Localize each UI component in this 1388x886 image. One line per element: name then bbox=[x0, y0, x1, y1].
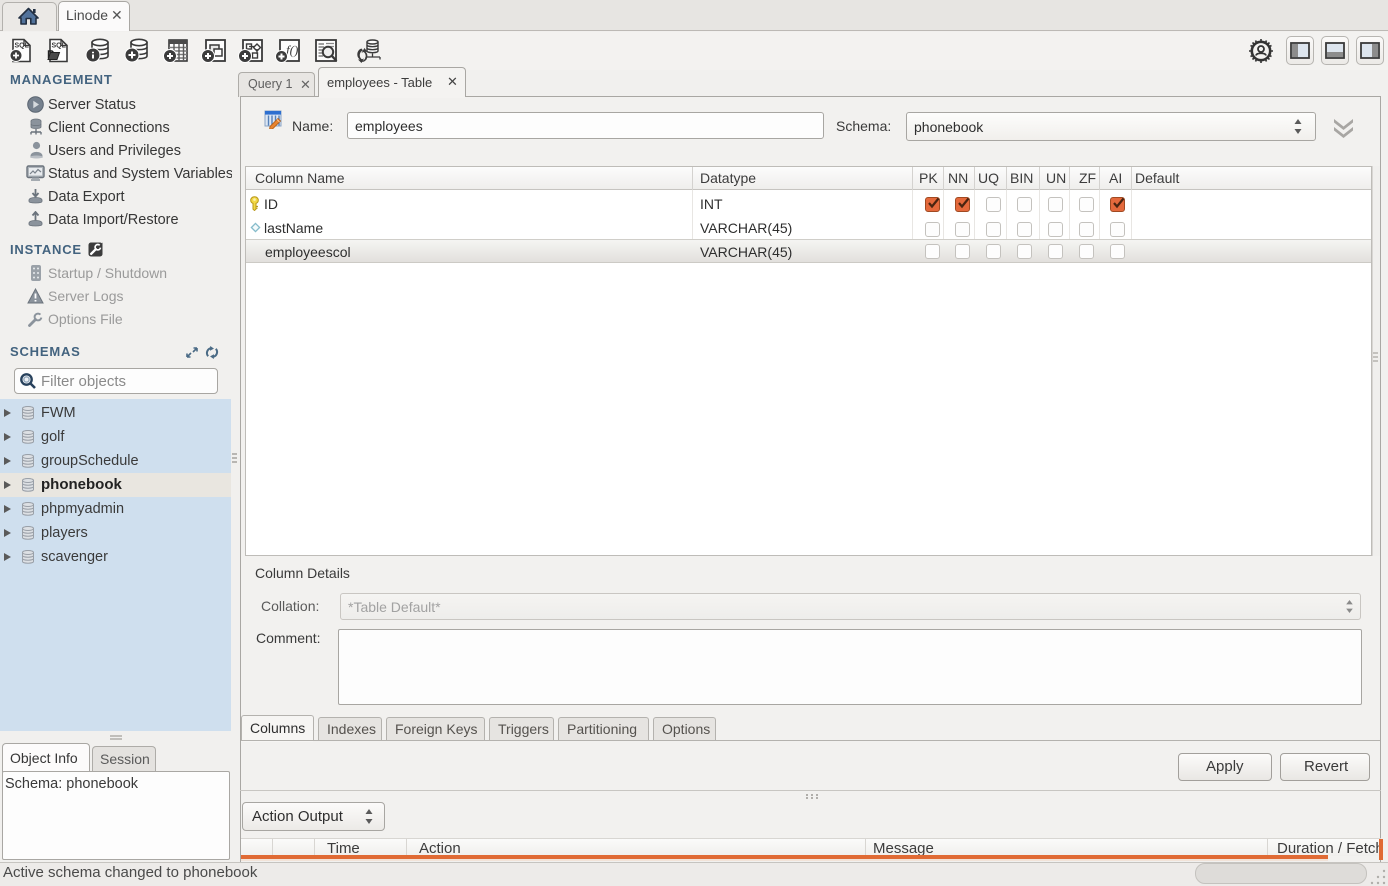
svg-text:SQL: SQL bbox=[15, 43, 30, 50]
svg-text:SQL: SQL bbox=[52, 43, 67, 50]
